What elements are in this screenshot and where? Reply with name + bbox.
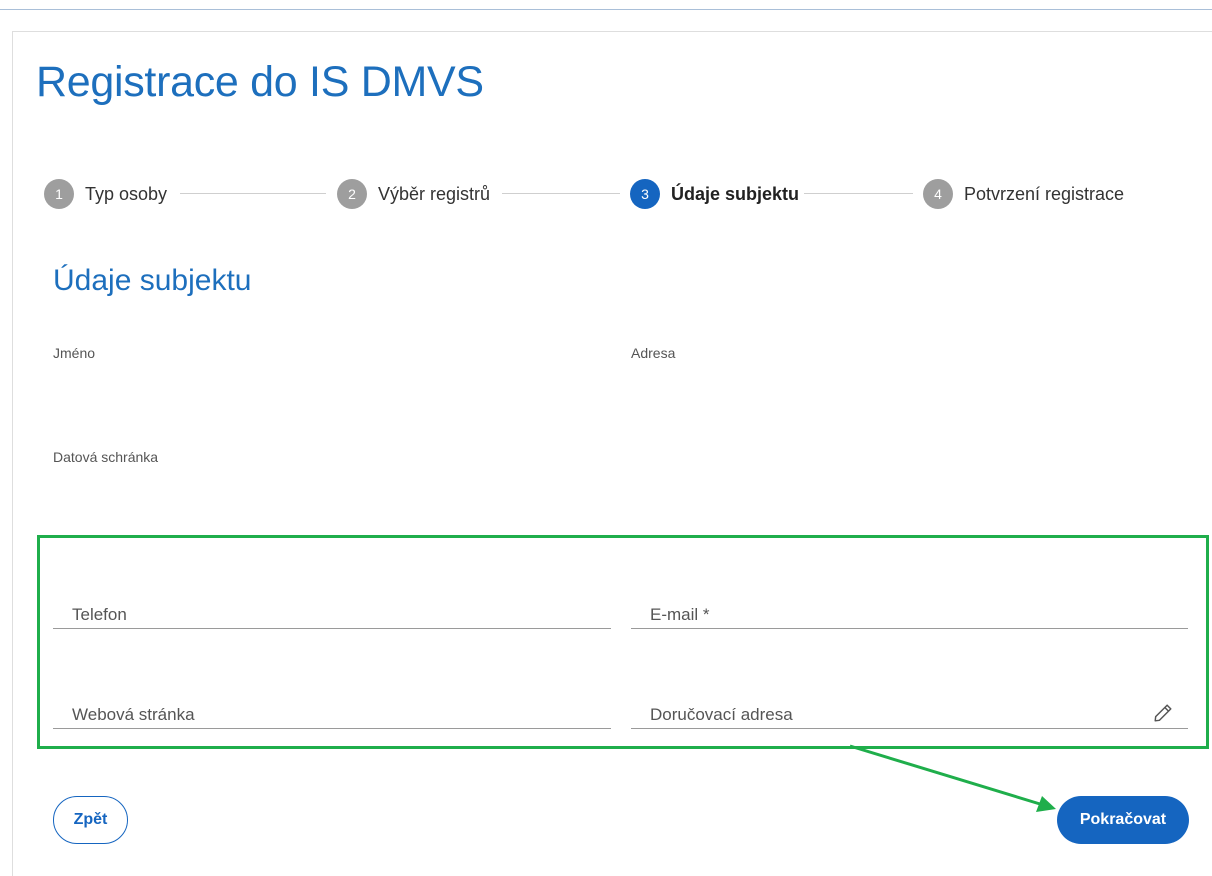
step-label-4: Potvrzení registrace bbox=[964, 183, 1125, 204]
name-label: Jméno bbox=[53, 345, 96, 361]
step-number-1: 1 bbox=[44, 179, 74, 209]
step-label-2: Výběr registrů bbox=[378, 183, 491, 204]
phone-field-label: Telefon bbox=[72, 605, 127, 624]
delivery-address-field[interactable]: Doručovací adresa bbox=[631, 673, 1188, 729]
website-field-label: Webová stránka bbox=[72, 705, 195, 724]
section-title: Údaje subjektu bbox=[53, 264, 252, 297]
step-number-4: 4 bbox=[923, 179, 953, 209]
step-number-3: 3 bbox=[630, 179, 660, 209]
page-title: Registrace do IS DMVS bbox=[36, 58, 484, 106]
step-number-2: 2 bbox=[337, 179, 367, 209]
email-field-label: E-mail * bbox=[650, 605, 710, 624]
step-registry-selection: 2 Výběr registrů bbox=[337, 178, 490, 210]
step-label-3: Údaje subjektu bbox=[671, 183, 800, 204]
website-field[interactable]: Webová stránka bbox=[53, 673, 611, 729]
step-registration-confirmation: 4 Potvrzení registrace bbox=[923, 178, 1124, 210]
step-connector-2 bbox=[502, 193, 620, 194]
delivery-address-field-label: Doručovací adresa bbox=[650, 705, 793, 724]
back-button[interactable]: Zpět bbox=[53, 796, 128, 844]
registration-card bbox=[12, 31, 1212, 876]
email-field[interactable]: E-mail * bbox=[631, 573, 1188, 629]
continue-button[interactable]: Pokračovat bbox=[1057, 796, 1189, 844]
address-label: Adresa bbox=[631, 345, 676, 361]
step-label-1: Typ osoby bbox=[85, 183, 168, 204]
data-box-label: Datová schránka bbox=[53, 449, 159, 465]
registration-stepper: 1 Typ osoby 2 Výběr registrů 3 Údaje sub… bbox=[44, 178, 1194, 210]
step-connector-3 bbox=[804, 193, 913, 194]
phone-field[interactable]: Telefon bbox=[53, 573, 611, 629]
top-divider bbox=[0, 9, 1212, 10]
step-connector-1 bbox=[180, 193, 326, 194]
step-type-of-person: 1 Typ osoby bbox=[44, 178, 167, 210]
step-subject-details: 3 Údaje subjektu bbox=[630, 178, 799, 210]
pencil-icon[interactable] bbox=[1152, 702, 1174, 724]
